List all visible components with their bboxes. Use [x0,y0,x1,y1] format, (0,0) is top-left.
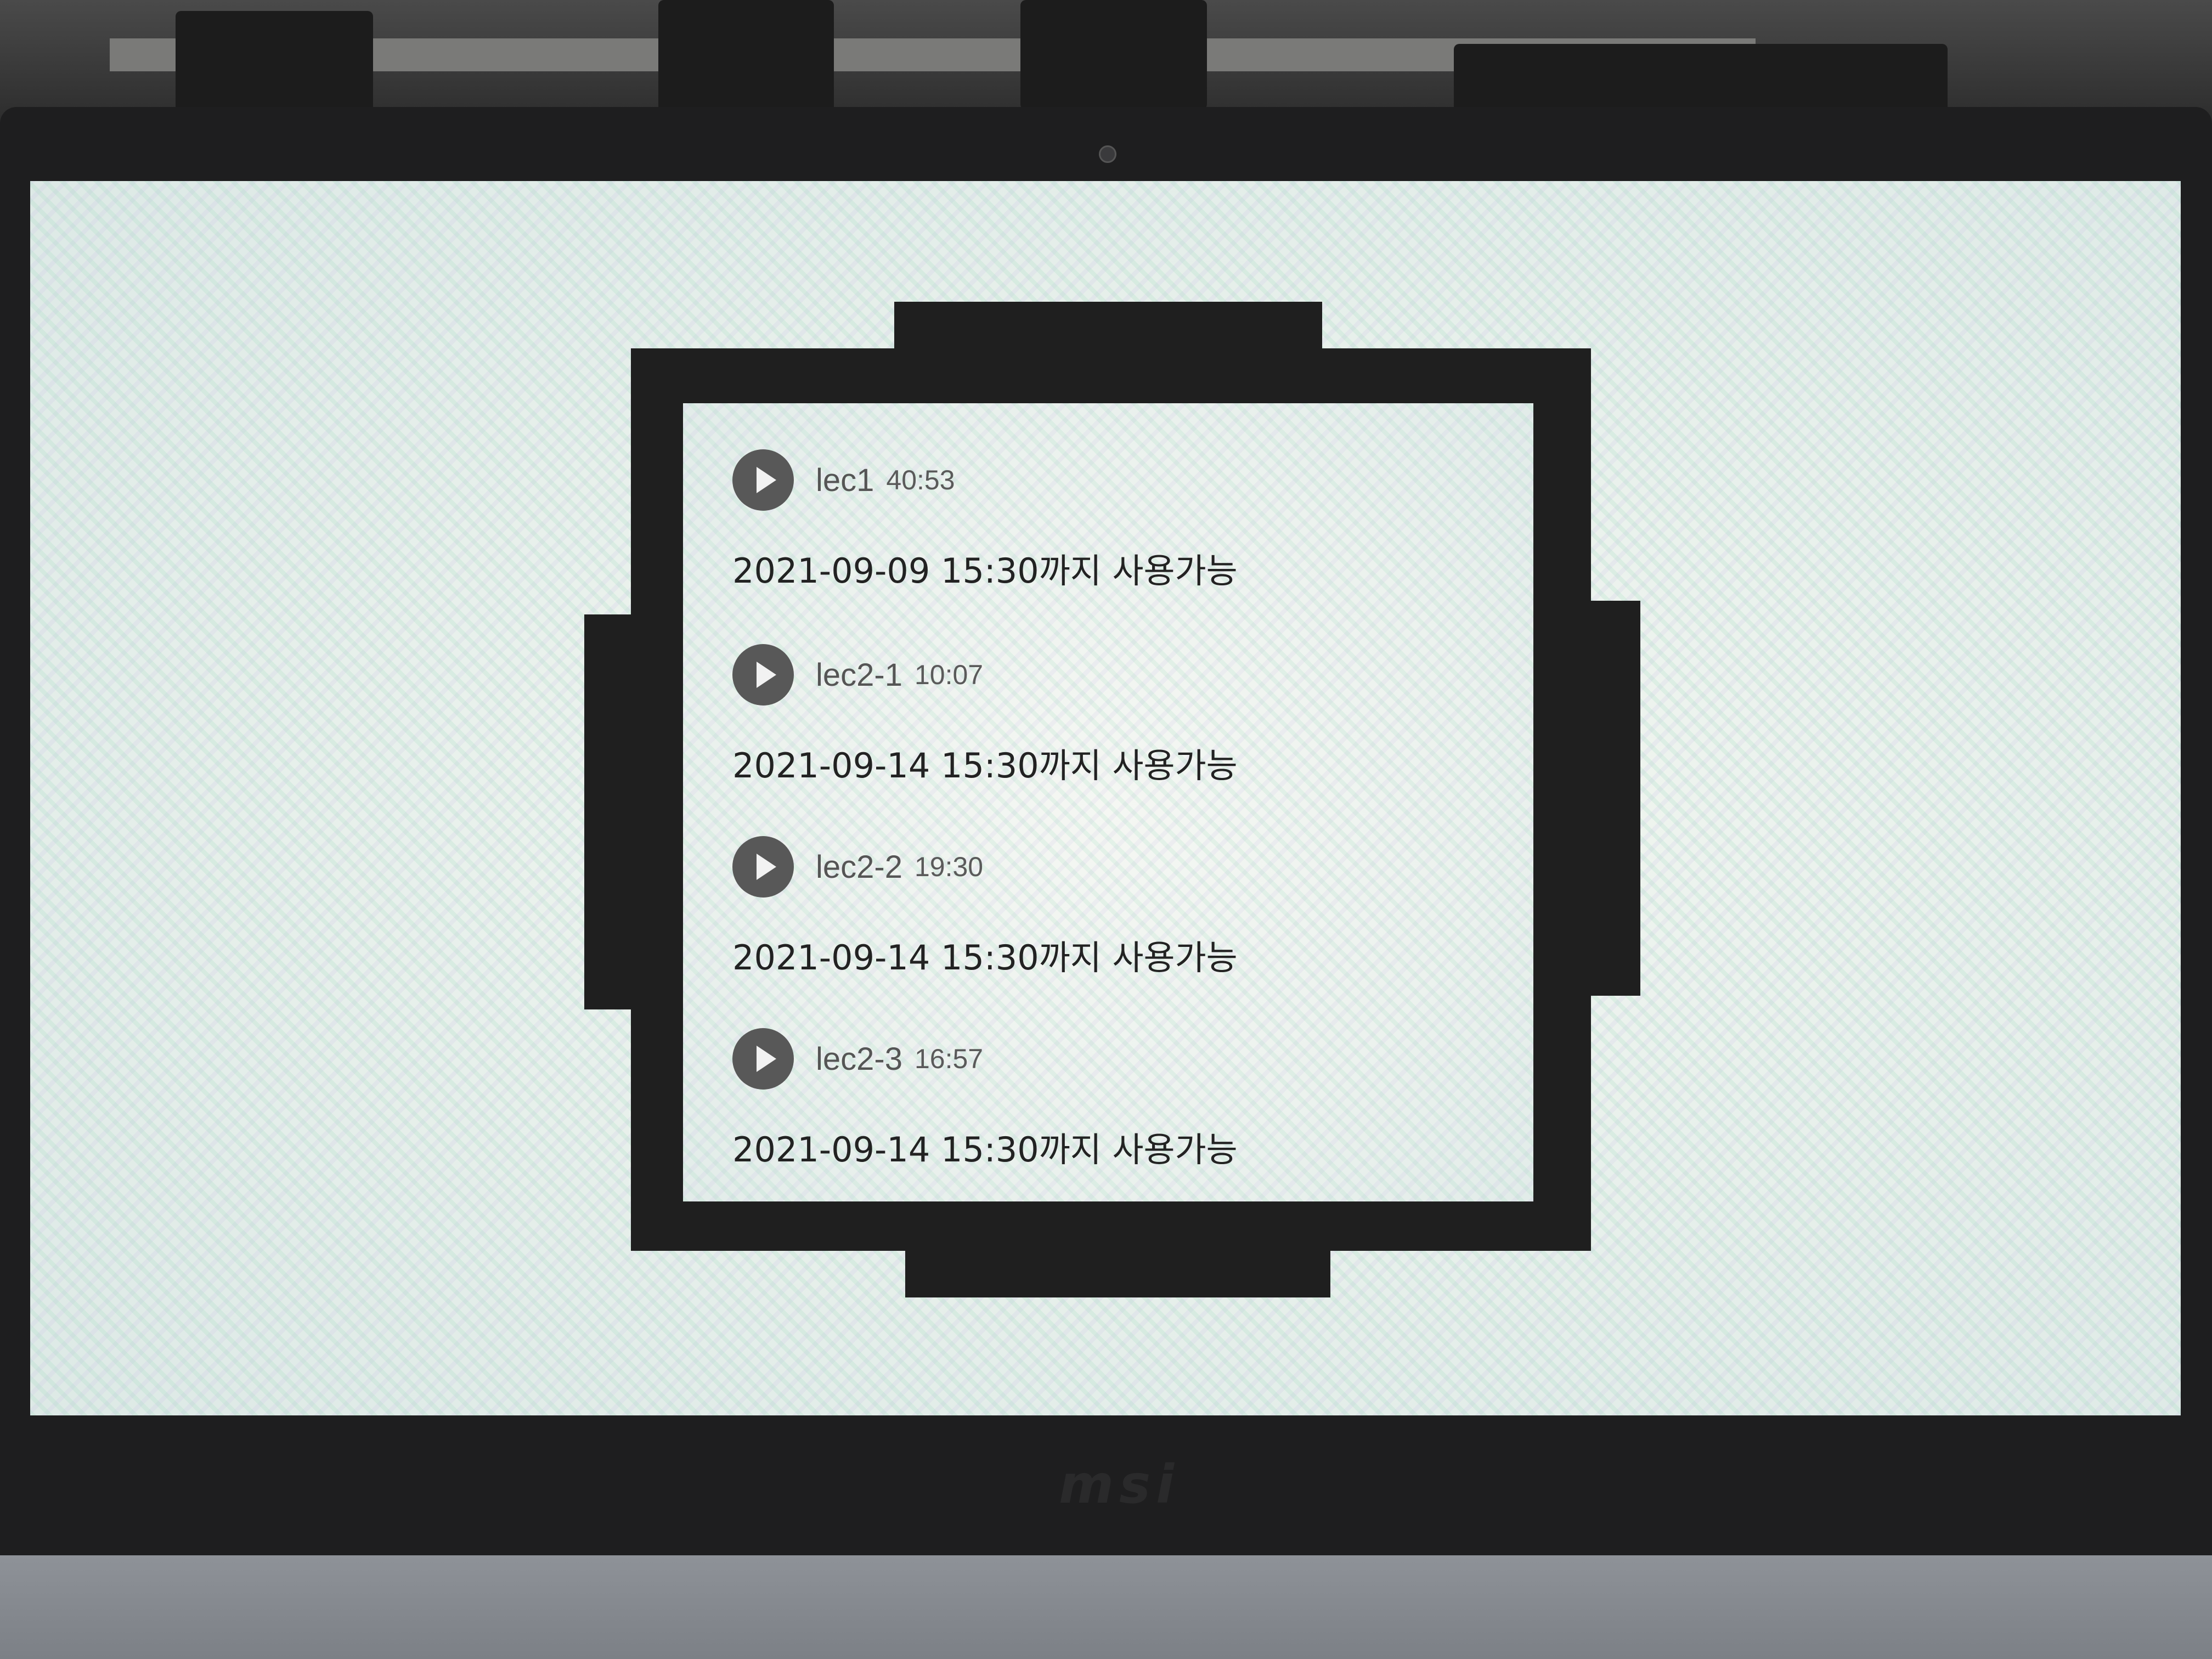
brand-logo: msi [1058,1454,1180,1515]
play-icon [757,662,776,688]
lecture-name[interactable]: lec2-2 [816,849,902,885]
lecture-availability: 2021-09-14 15:30까지 사용가능 [732,1130,1238,1170]
play-button[interactable] [732,836,794,898]
lecture-name[interactable]: lec2-3 [816,1041,902,1077]
lecture-availability: 2021-09-14 15:30까지 사용가능 [732,938,1238,978]
lecture-availability: 2021-09-14 15:30까지 사용가능 [732,746,1238,786]
play-icon [757,1046,776,1072]
lecture-header: lec1 40:53 [732,447,955,513]
laptop-screen: lec1 40:53 2021-09-09 15:30까지 사용가능 lec2-… [30,181,2181,1415]
lecture-item: lec2-2 19:30 2021-09-14 15:30까지 사용가능 [732,834,1500,1015]
frame-right-tab [1577,601,1640,996]
lecture-item: lec2-3 16:57 2021-09-14 15:30까지 사용가능 [732,1026,1500,1201]
lecture-duration: 10:07 [914,659,984,690]
play-button[interactable] [732,644,794,706]
play-button[interactable] [732,1028,794,1090]
frame-left-tab [584,614,645,1009]
lecture-duration: 19:30 [914,851,984,882]
webcam-icon [1099,145,1116,163]
lecture-list-panel: lec1 40:53 2021-09-09 15:30까지 사용가능 lec2-… [683,403,1533,1201]
lecture-duration: 16:57 [914,1043,984,1074]
frame-bottom-tab [905,1237,1330,1297]
lecture-item: lec2-1 10:07 2021-09-14 15:30까지 사용가능 [732,642,1500,823]
lecture-duration: 40:53 [886,465,955,495]
laptop-base [0,1555,2212,1659]
play-icon [757,467,776,493]
lecture-name[interactable]: lec1 [816,462,874,499]
lecture-header: lec2-3 16:57 [732,1026,983,1092]
lecture-item: lec1 40:53 2021-09-09 15:30까지 사용가능 [732,447,1500,628]
play-icon [757,854,776,880]
lecture-header: lec2-2 19:30 [732,834,983,900]
lecture-name[interactable]: lec2-1 [816,657,902,693]
play-button[interactable] [732,449,794,511]
lecture-header: lec2-1 10:07 [732,642,983,708]
background-chair [1020,0,1207,110]
lecture-availability: 2021-09-09 15:30까지 사용가능 [732,551,1238,591]
